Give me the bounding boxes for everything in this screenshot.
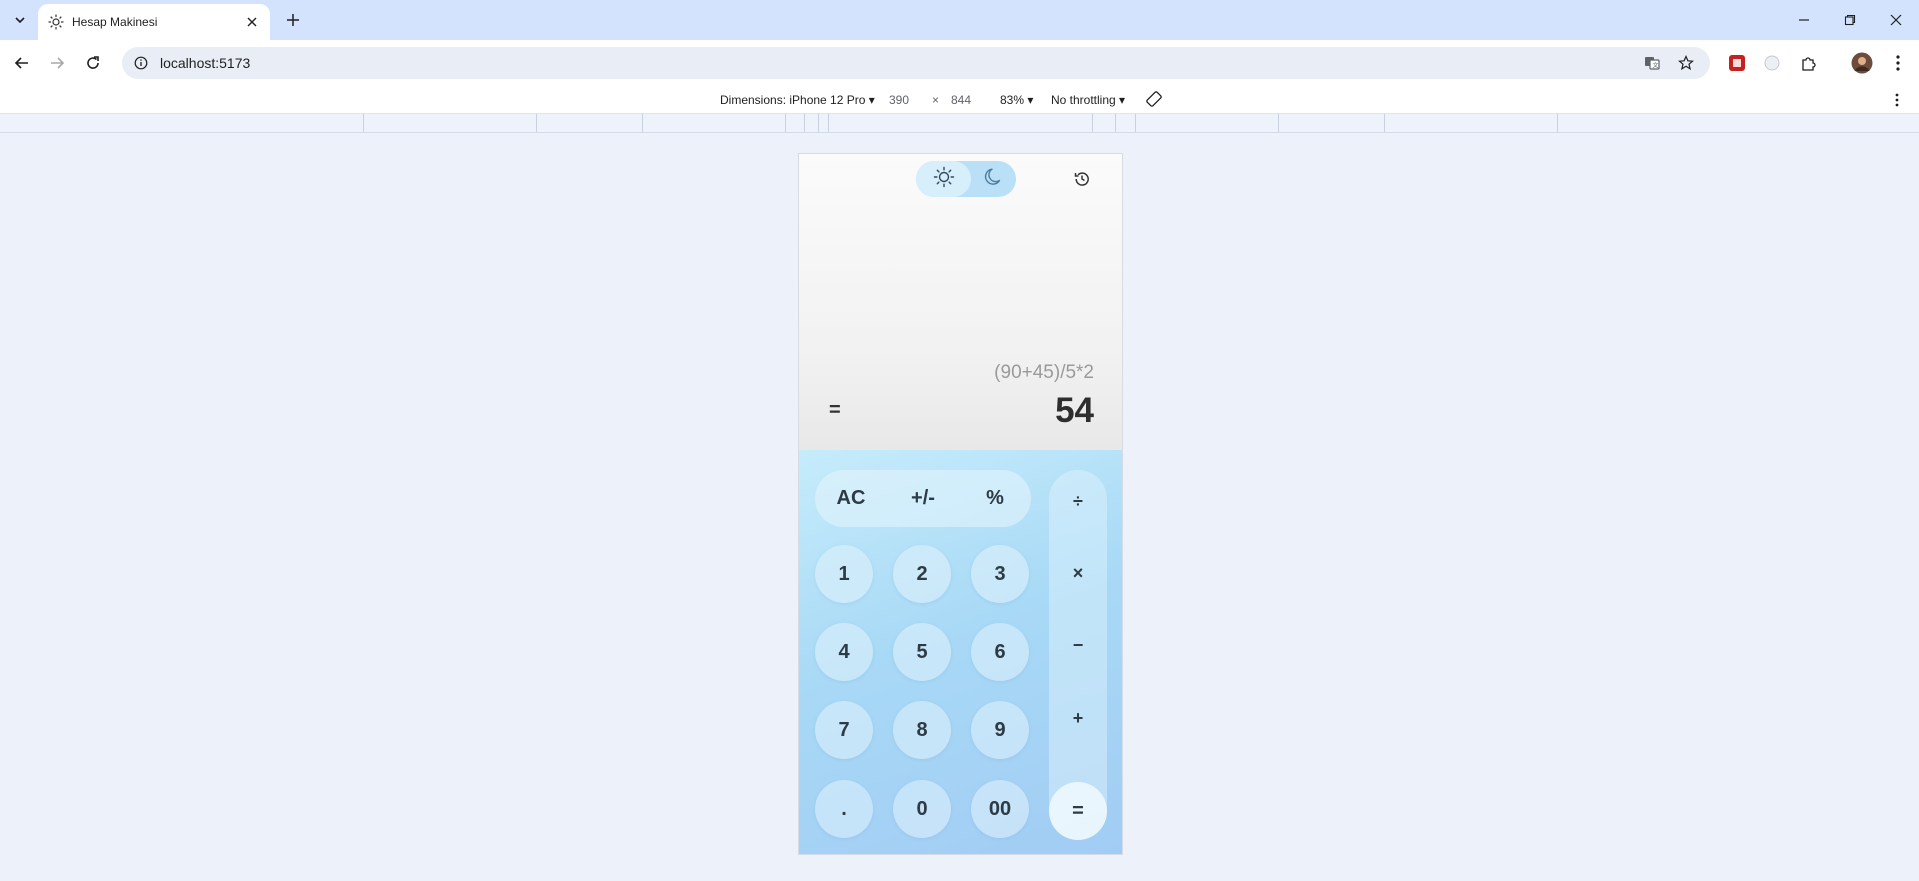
profile-avatar[interactable]	[1850, 51, 1874, 75]
sun-icon	[933, 166, 955, 193]
decimal-button[interactable]: .	[815, 780, 873, 838]
ruler-tick	[1135, 114, 1136, 132]
tab-title: Hesap Makinesi	[72, 15, 158, 29]
percent-button[interactable]: %	[959, 470, 1031, 527]
ruler-tick	[818, 114, 819, 132]
site-info-icon[interactable]	[134, 55, 150, 71]
divide-button[interactable]: ÷	[1049, 478, 1107, 524]
theme-toggle[interactable]	[916, 161, 1016, 197]
browser-menu-icon[interactable]	[1886, 51, 1910, 75]
minimize-icon[interactable]	[1781, 0, 1827, 40]
digit-1-button[interactable]: 1	[815, 545, 873, 603]
zoom-label: 83%	[1000, 93, 1025, 107]
close-tab-icon[interactable]	[244, 14, 260, 30]
equals-indicator: =	[829, 399, 841, 421]
dimension-times: ×	[932, 93, 940, 107]
toggle-sign-button[interactable]: +/-	[887, 470, 959, 527]
restore-icon[interactable]	[1827, 0, 1873, 40]
rotate-icon[interactable]	[1145, 90, 1163, 111]
extension-circle-icon[interactable]	[1760, 51, 1784, 75]
tab-search-icon[interactable]	[8, 8, 32, 32]
translate-icon[interactable]: 文	[1640, 51, 1664, 75]
device-toolbar: Dimensions: iPhone 12 Pro ▾ 390 × 844 83…	[0, 86, 1919, 114]
equals-button[interactable]: =	[1049, 782, 1107, 840]
new-tab-icon[interactable]	[282, 9, 304, 31]
digit-5-button[interactable]: 5	[893, 623, 951, 681]
browser-toolbar: localhost:5173 文	[0, 40, 1919, 86]
digit-7-button[interactable]: 7	[815, 701, 873, 759]
device-dimensions-dropdown[interactable]: Dimensions: iPhone 12 Pro ▾	[720, 93, 875, 107]
url-text: localhost:5173	[160, 55, 251, 71]
extension-red-icon[interactable]	[1725, 51, 1749, 75]
media-query-ruler[interactable]	[0, 114, 1919, 133]
browser-tab[interactable]: Hesap Makinesi	[38, 4, 270, 40]
extensions-puzzle-icon[interactable]	[1797, 51, 1821, 75]
operator-keys-group: ÷ × − + =	[1049, 470, 1107, 840]
multiply-button[interactable]: ×	[1049, 550, 1107, 596]
chevron-down-icon: ▾	[1027, 93, 1034, 107]
zoom-dropdown[interactable]: 83% ▾	[1000, 93, 1033, 107]
moon-icon	[983, 166, 1005, 193]
back-icon[interactable]	[10, 51, 34, 75]
close-window-icon[interactable]	[1873, 0, 1919, 40]
calculator-keypad: AC +/- % 1 2 3 4 5 6 7 8 9 . 0 00 ÷ × − …	[799, 450, 1122, 854]
viewport-width-input[interactable]: 390	[889, 93, 909, 107]
history-icon[interactable]	[1071, 168, 1093, 190]
ruler-tick	[1115, 114, 1116, 132]
reload-icon[interactable]	[81, 51, 105, 75]
ruler-tick	[828, 114, 829, 132]
add-button[interactable]: +	[1049, 695, 1107, 741]
digit-8-button[interactable]: 8	[893, 701, 951, 759]
svg-text:文: 文	[1653, 62, 1659, 70]
calculator-display: (90+45)/5*2 = 54	[799, 154, 1122, 450]
ruler-tick	[536, 114, 537, 132]
light-theme-button[interactable]	[916, 161, 971, 197]
ruler-tick	[363, 114, 364, 132]
forward-icon[interactable]	[45, 51, 69, 75]
device-toolbar-menu-icon[interactable]	[1895, 93, 1899, 110]
viewport-height-input[interactable]: 844	[951, 93, 971, 107]
digit-9-button[interactable]: 9	[971, 701, 1029, 759]
ruler-tick	[642, 114, 643, 132]
ruler-tick	[1092, 114, 1093, 132]
ruler-tick	[1384, 114, 1385, 132]
sun-icon	[48, 14, 64, 30]
chevron-down-icon: ▾	[1119, 93, 1126, 107]
all-clear-button[interactable]: AC	[815, 470, 887, 527]
expression-display: (90+45)/5*2	[994, 362, 1094, 383]
address-bar[interactable]: localhost:5173 文	[122, 47, 1710, 79]
subtract-button[interactable]: −	[1049, 622, 1107, 668]
digit-0-button[interactable]: 0	[893, 780, 951, 838]
throttling-label: No throttling	[1051, 93, 1116, 107]
result-display: 54	[1055, 391, 1094, 430]
ruler-tick	[1557, 114, 1558, 132]
throttling-dropdown[interactable]: No throttling ▾	[1051, 93, 1125, 107]
device-dimensions-label: Dimensions: iPhone 12 Pro	[720, 93, 866, 107]
function-keys-group: AC +/- %	[815, 470, 1031, 527]
ruler-tick	[1278, 114, 1279, 132]
ruler-tick	[804, 114, 805, 132]
dark-theme-button[interactable]	[976, 161, 1012, 197]
digit-4-button[interactable]: 4	[815, 623, 873, 681]
bookmark-star-icon[interactable]	[1674, 51, 1698, 75]
browser-tab-strip: Hesap Makinesi	[0, 0, 1919, 40]
digit-6-button[interactable]: 6	[971, 623, 1029, 681]
ruler-tick	[785, 114, 786, 132]
chevron-down-icon: ▾	[868, 93, 875, 107]
digit-3-button[interactable]: 3	[971, 545, 1029, 603]
digit-2-button[interactable]: 2	[893, 545, 951, 603]
calculator-app: (90+45)/5*2 = 54 AC +/- % 1 2 3 4 5 6 7 …	[798, 153, 1123, 855]
double-zero-button[interactable]: 00	[971, 780, 1029, 838]
